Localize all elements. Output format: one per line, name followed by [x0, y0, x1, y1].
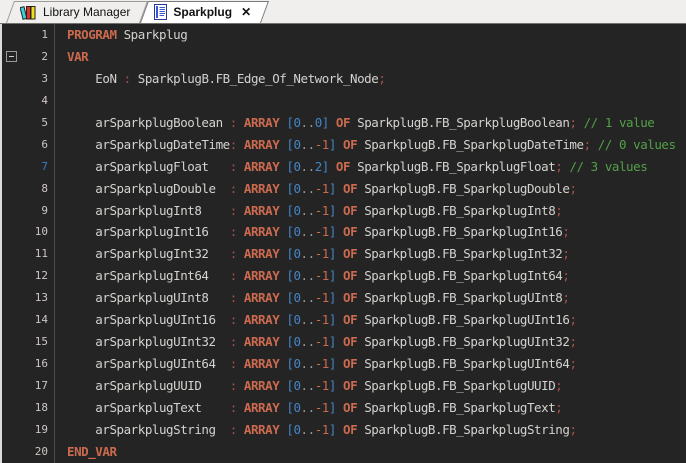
line-number: 15	[20, 331, 48, 353]
line-number: 9	[20, 200, 48, 222]
code-line: arSparkplugUInt16 : ARRAY [0..-1] OF Spa…	[67, 309, 686, 331]
fold-collapse-icon[interactable]	[6, 51, 17, 62]
code-editor[interactable]: 1234567891011121314151617181920 PROGRAM …	[0, 24, 686, 463]
line-number: 17	[20, 375, 48, 397]
code-line: arSparkplugText : ARRAY [0..-1] OF Spark…	[67, 397, 686, 419]
code-line: arSparkplugInt16 : ARRAY [0..-1] OF Spar…	[67, 221, 686, 243]
line-number: 6	[20, 134, 48, 156]
fold-margin-row	[2, 134, 20, 156]
fold-margin-row	[2, 112, 20, 134]
code-line: PROGRAM Sparkplug	[67, 24, 686, 46]
code-line: arSparkplugBoolean : ARRAY [0..0] OF Spa…	[67, 112, 686, 134]
library-books-icon	[20, 4, 37, 20]
fold-margin-row	[2, 156, 20, 178]
fold-margin-row	[2, 90, 20, 112]
fold-margin-row	[2, 178, 20, 200]
editor-window: Library Manager Sparkplug ✕ 123456789101…	[0, 0, 686, 463]
line-number: 14	[20, 309, 48, 331]
fold-margin	[2, 24, 20, 463]
line-number: 7	[20, 156, 48, 178]
code-line: arSparkplugInt64 : ARRAY [0..-1] OF Spar…	[67, 265, 686, 287]
line-number: 16	[20, 353, 48, 375]
tab-label: Library Manager	[43, 5, 130, 19]
tab-sparkplug[interactable]: Sparkplug ✕	[144, 1, 265, 23]
tab-library-manager[interactable]: Library Manager	[10, 1, 144, 23]
line-number-gutter: 1234567891011121314151617181920	[20, 24, 54, 463]
code-line: arSparkplugInt32 : ARRAY [0..-1] OF Spar…	[67, 243, 686, 265]
code-line: arSparkplugUInt8 : ARRAY [0..-1] OF Spar…	[67, 287, 686, 309]
fold-margin-row	[2, 309, 20, 331]
fold-margin-row	[2, 265, 20, 287]
fold-margin-row	[2, 243, 20, 265]
tab-label: Sparkplug	[173, 5, 232, 19]
code-line: arSparkplugFloat : ARRAY [0..2] OF Spark…	[67, 156, 686, 178]
line-number: 2	[20, 46, 48, 68]
code-line: arSparkplugInt8 : ARRAY [0..-1] OF Spark…	[67, 200, 686, 222]
code-line: END_VAR	[67, 441, 686, 463]
fold-margin-row	[2, 46, 20, 68]
code-line: arSparkplugUInt64 : ARRAY [0..-1] OF Spa…	[67, 353, 686, 375]
code-area[interactable]: PROGRAM SparkplugVAR EoN : SparkplugB.FB…	[55, 24, 686, 463]
line-number: 5	[20, 112, 48, 134]
code-line	[67, 90, 686, 112]
line-number: 4	[20, 90, 48, 112]
code-line: arSparkplugDateTime: ARRAY [0..-1] OF Sp…	[67, 134, 686, 156]
editor-tab-bar: Library Manager Sparkplug ✕	[0, 0, 686, 24]
document-icon	[154, 4, 167, 20]
line-number: 3	[20, 68, 48, 90]
code-line: arSparkplugString : ARRAY [0..-1] OF Spa…	[67, 419, 686, 441]
fold-margin-row	[2, 375, 20, 397]
code-line: EoN : SparkplugB.FB_Edge_Of_Network_Node…	[67, 68, 686, 90]
code-line: VAR	[67, 46, 686, 68]
fold-margin-row	[2, 353, 20, 375]
code-line: arSparkplugDouble : ARRAY [0..-1] OF Spa…	[67, 178, 686, 200]
line-number: 8	[20, 178, 48, 200]
fold-margin-row	[2, 419, 20, 441]
close-icon[interactable]: ✕	[241, 6, 251, 18]
line-number: 10	[20, 221, 48, 243]
fold-margin-row	[2, 287, 20, 309]
code-line: arSparkplugUInt32 : ARRAY [0..-1] OF Spa…	[67, 331, 686, 353]
fold-margin-row	[2, 200, 20, 222]
line-number: 19	[20, 419, 48, 441]
fold-margin-row	[2, 221, 20, 243]
line-number: 1	[20, 24, 48, 46]
fold-margin-row	[2, 68, 20, 90]
line-number: 12	[20, 265, 48, 287]
fold-margin-row	[2, 24, 20, 46]
line-number: 18	[20, 397, 48, 419]
fold-margin-row	[2, 331, 20, 353]
line-number: 20	[20, 441, 48, 463]
line-number: 11	[20, 243, 48, 265]
fold-margin-row	[2, 441, 20, 463]
code-line: arSparkplugUUID : ARRAY [0..-1] OF Spark…	[67, 375, 686, 397]
line-number: 13	[20, 287, 48, 309]
fold-margin-row	[2, 397, 20, 419]
